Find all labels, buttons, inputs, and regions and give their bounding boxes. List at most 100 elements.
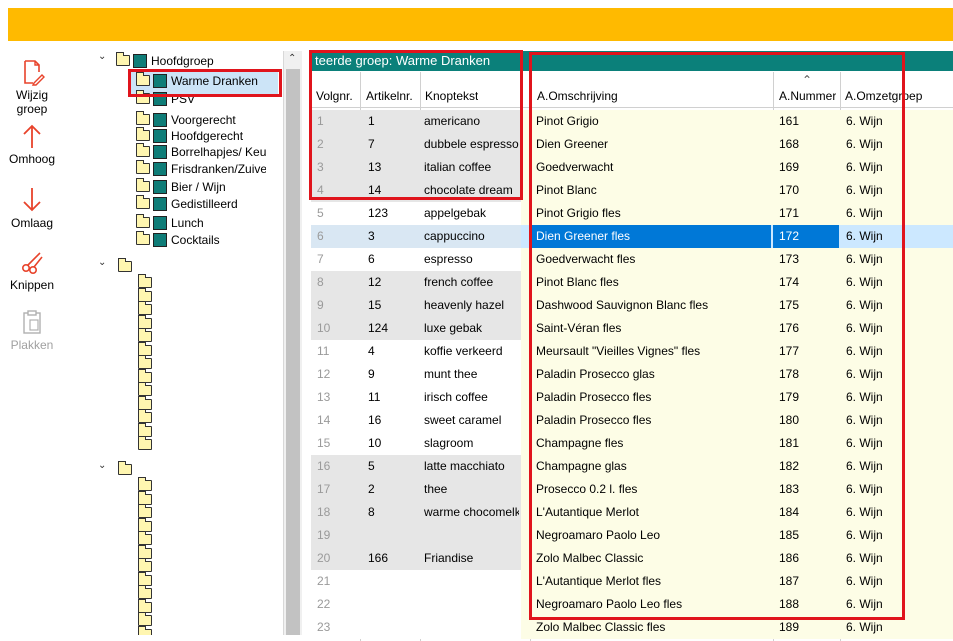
tree-item[interactable]: Lunch — [136, 214, 266, 230]
table-row[interactable]: Prosecco 0.2 l. fles 183 6. Wijn — [521, 478, 953, 501]
table-row[interactable]: 4 14 chocolate dream — [311, 179, 521, 202]
table-row[interactable]: Saint-Véran fles 176 6. Wijn — [521, 317, 953, 340]
tree-item[interactable]: Warme Dranken — [136, 72, 266, 88]
folder-icon — [138, 504, 152, 518]
omzetgroep-cell: 6. Wijn — [846, 505, 883, 519]
column-header[interactable]: Artikelnr. — [366, 89, 413, 103]
table-row[interactable]: 12 9 munt thee — [311, 363, 521, 386]
sort-arrow-icon[interactable]: ⌃ — [802, 73, 812, 87]
table-row[interactable]: Pinot Grigio 161 6. Wijn — [521, 110, 953, 133]
table-row[interactable]: Zolo Malbec Classic fles 189 6. Wijn — [521, 616, 953, 639]
omhoog-button[interactable]: Omhoog — [0, 122, 64, 166]
expand-chevron-icon[interactable]: ⌄ — [98, 257, 106, 268]
tree-item[interactable]: Cocktails — [136, 231, 266, 247]
folder-icon — [138, 409, 152, 423]
tree-item[interactable]: Gedistilleerd — [136, 195, 266, 211]
table-row[interactable]: Pinot Blanc fles 174 6. Wijn — [521, 271, 953, 294]
table-row[interactable]: Champagne glas 182 6. Wijn — [521, 455, 953, 478]
tree-item[interactable]: Bier / Wijn — [136, 178, 266, 194]
table-row[interactable]: 22 — [311, 593, 521, 616]
table-row[interactable]: Paladin Prosecco glas 178 6. Wijn — [521, 363, 953, 386]
nummer-cell: 171 — [779, 206, 800, 220]
table-row[interactable]: 1 1 americano — [311, 110, 521, 133]
table-row[interactable]: Negroamaro Paolo Leo fles 188 6. Wijn — [521, 593, 953, 616]
tree-item-label: PSV — [171, 91, 196, 106]
tree-item-label: Cocktails — [171, 232, 220, 247]
tree-item-label: Frisdranken/Zuive — [171, 161, 266, 176]
artikelnr-cell: 12 — [368, 275, 382, 289]
scrollbar-thumb[interactable] — [286, 69, 300, 635]
knippen-button[interactable]: Knippen — [0, 248, 64, 292]
knoptekst-cell: espresso — [424, 252, 473, 266]
column-header[interactable]: Volgnr. — [316, 89, 353, 103]
table-row[interactable]: 9 15 heavenly hazel — [311, 294, 521, 317]
omzetgroep-cell: 6. Wijn — [846, 183, 883, 197]
table-row[interactable]: Zolo Malbec Classic 186 6. Wijn — [521, 547, 953, 570]
artikelnr-cell: 3 — [368, 229, 375, 243]
artikelnr-cell: 2 — [368, 482, 375, 496]
table-row[interactable]: 15 10 slagroom — [311, 432, 521, 455]
table-row[interactable]: 2 7 dubbele espresso — [311, 133, 521, 156]
scissors-icon — [22, 252, 43, 274]
table-row[interactable]: Dien Greener 168 6. Wijn — [521, 133, 953, 156]
wijzig-groep-button[interactable]: Wijzig groep — [0, 58, 64, 116]
column-header[interactable]: A.Omzetgroep — [845, 89, 949, 103]
table-row[interactable]: Meursault "Vieilles Vignes" fles 177 6. Wi… — [521, 340, 953, 363]
table-row[interactable]: Goedverwacht fles 173 6. Wijn — [521, 248, 953, 271]
table-row[interactable]: 23 — [311, 616, 521, 639]
column-header[interactable]: A.Omschrijving — [537, 89, 618, 103]
table-row[interactable]: Champagne fles 181 6. Wijn — [521, 432, 953, 455]
tree-item[interactable]: Borrelhapjes/ Keu — [136, 143, 266, 159]
table-row[interactable]: 11 4 koffie verkeerd — [311, 340, 521, 363]
table-row[interactable]: Pinot Grigio fles 171 6. Wijn — [521, 202, 953, 225]
table-row[interactable]: 6 3 cappuccino — [311, 225, 521, 248]
omlaag-button[interactable]: Omlaag — [0, 186, 64, 230]
omschrijving-cell: Meursault "Vieilles Vignes" fles — [536, 344, 701, 358]
table-row[interactable]: L'Autantique Merlot fles 187 6. Wijn — [521, 570, 953, 593]
tree-item-label: Voorgerecht — [171, 112, 236, 127]
tree-item[interactable]: Frisdranken/Zuive — [136, 160, 266, 176]
table-row[interactable]: 18 8 warme chocomelk — [311, 501, 521, 524]
tree-item[interactable]: PSV — [136, 90, 266, 106]
table-row[interactable]: 14 16 sweet caramel — [311, 409, 521, 432]
table-row[interactable]: 7 6 espresso — [311, 248, 521, 271]
tree-item[interactable]: Hoofdgerecht — [136, 127, 266, 143]
column-header[interactable]: A.Nummer — [779, 89, 836, 103]
table-row[interactable]: Negroamaro Paolo Leo 185 6. Wijn — [521, 524, 953, 547]
table-row[interactable]: 19 — [311, 524, 521, 547]
group-color-icon — [153, 196, 167, 211]
plakken-button[interactable]: Plakken — [0, 308, 64, 352]
table-row[interactable]: L'Autantique Merlot 184 6. Wijn — [521, 501, 953, 524]
omzetgroep-cell: 6. Wijn — [846, 436, 883, 450]
table-row[interactable]: Paladin Prosecco fles 179 6. Wijn — [521, 386, 953, 409]
table-row[interactable]: 13 11 irisch coffee — [311, 386, 521, 409]
table-row[interactable]: Paladin Prosecco fles 180 6. Wijn — [521, 409, 953, 432]
group-tree[interactable]: ⌄ Hoofdgroep Warme Dranken PSV Voorgerecht Ho… — [88, 51, 284, 635]
table-row[interactable]: Goedverwacht 169 6. Wijn — [521, 156, 953, 179]
table-row[interactable]: Dien Greener fles 172 6. Wijn — [521, 225, 953, 248]
table-row[interactable]: 16 5 latte macchiato — [311, 455, 521, 478]
volgnr-cell: 16 — [317, 459, 331, 473]
folder-icon — [138, 585, 152, 599]
knoptekst-cell: luxe gebak — [424, 321, 483, 335]
table-row[interactable]: 8 12 french coffee — [311, 271, 521, 294]
omzetgroep-cell: 6. Wijn — [846, 344, 883, 358]
tree-item[interactable]: Voorgerecht — [136, 111, 266, 127]
table-row[interactable]: Dashwood Sauvignon Blanc fles 175 6. Wijn — [521, 294, 953, 317]
table-row[interactable]: 21 — [311, 570, 521, 593]
table-row[interactable]: 5 123 appelgebak — [311, 202, 521, 225]
scroll-up-icon[interactable]: ⌃ — [288, 53, 296, 64]
table-row[interactable]: 3 13 italian coffee — [311, 156, 521, 179]
table-row[interactable]: 10 124 luxe gebak — [311, 317, 521, 340]
table-row[interactable]: 20 166 Friandise — [311, 547, 521, 570]
volgnr-cell: 15 — [317, 436, 331, 450]
column-header[interactable]: Knoptekst — [425, 89, 478, 103]
omhoog-label: Omhoog — [8, 152, 56, 166]
expand-chevron-icon[interactable]: ⌄ — [98, 51, 106, 62]
folder-icon — [136, 178, 150, 193]
tree-scrollbar[interactable]: ⌃ — [284, 51, 302, 635]
tree-root-hoofdgroep[interactable]: Hoofdgroep — [116, 52, 246, 68]
table-row[interactable]: 17 2 thee — [311, 478, 521, 501]
table-row[interactable]: Pinot Blanc 170 6. Wijn — [521, 179, 953, 202]
expand-chevron-icon[interactable]: ⌄ — [98, 460, 106, 471]
